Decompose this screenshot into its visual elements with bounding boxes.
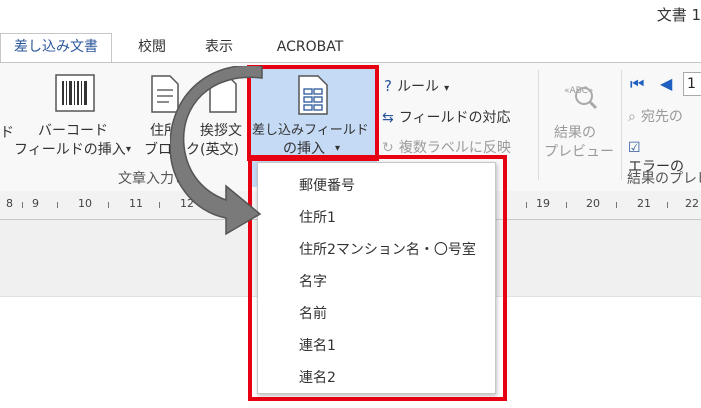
barcode-label-1: バーコード [38,123,108,139]
barcode-icon [55,74,95,112]
preview-label-2: プレビュー [544,144,614,160]
record-number-input[interactable]: 1 [683,72,701,96]
ruler-number: 9 [32,197,39,210]
tab-view[interactable]: 表示 [192,34,246,62]
match-fields-button[interactable]: ⇆ フィールドの対応 [382,107,511,127]
update-labels-button[interactable]: ↻ 複数ラベルに反映 [382,137,511,157]
ruler-tick [566,202,567,208]
ruler-tick [22,202,23,208]
ruler-tick [526,202,527,208]
ruler-tick [667,202,668,208]
barcode-label-2: フィールドの挿入 [14,142,126,158]
tab-acrobat[interactable]: ACROBAT [265,34,355,62]
ruler-tick [108,202,109,208]
preview-results-button[interactable]: «ABC» 結果の プレビュー [544,72,616,164]
find-recipient-button[interactable]: ⌕ 宛先の [628,106,683,126]
ruler-tick [159,202,160,208]
ruler-number: 22 [685,197,699,210]
highlight-outline-dropdown [248,155,507,401]
rules-icon: ? [384,77,392,95]
group-separator [538,70,539,180]
ruler-tick [616,202,617,208]
ruler-number: 19 [536,197,550,210]
tab-mailings[interactable]: 差し込み文書 [0,33,112,64]
rules-label: ルール [397,79,440,95]
rules-button[interactable]: ? ルール ▾ [384,76,449,96]
first-record-icon[interactable]: ⏮ [630,74,644,94]
barcode-field-button[interactable]: バーコード フィールドの挿入 ▾ [14,70,140,162]
ruler-number: 20 [586,197,600,210]
search-icon: ⌕ [628,109,636,125]
check-errors-icon: ☑ [628,140,641,156]
window-title: 文書 1 [656,6,701,24]
ruler-tick [57,202,58,208]
preview-icon: «ABC» [564,86,598,110]
cut-button-label: ド [0,125,14,141]
previous-record-icon[interactable]: ◀ [660,74,672,93]
chevron-down-icon: ▾ [126,144,132,155]
find-recipient-label: 宛先の [640,109,683,125]
refresh-icon: ↻ [382,140,394,156]
ruler-number: 10 [78,197,92,210]
group-label-preview: 結果のプレビ [627,171,701,187]
chevron-down-icon: ▾ [444,83,450,94]
ruler-number: 8 [6,197,13,210]
match-fields-icon: ⇆ [382,110,394,126]
match-fields-label: フィールドの対応 [398,110,511,126]
curved-arrow-icon [170,66,263,236]
ruler-number: 11 [129,197,143,210]
update-labels-label: 複数ラベルに反映 [398,140,511,156]
tab-review[interactable]: 校閲 [125,34,179,62]
preview-label-1: 結果の [554,125,596,141]
group-separator [621,70,622,180]
ruler-number: 21 [637,197,651,210]
